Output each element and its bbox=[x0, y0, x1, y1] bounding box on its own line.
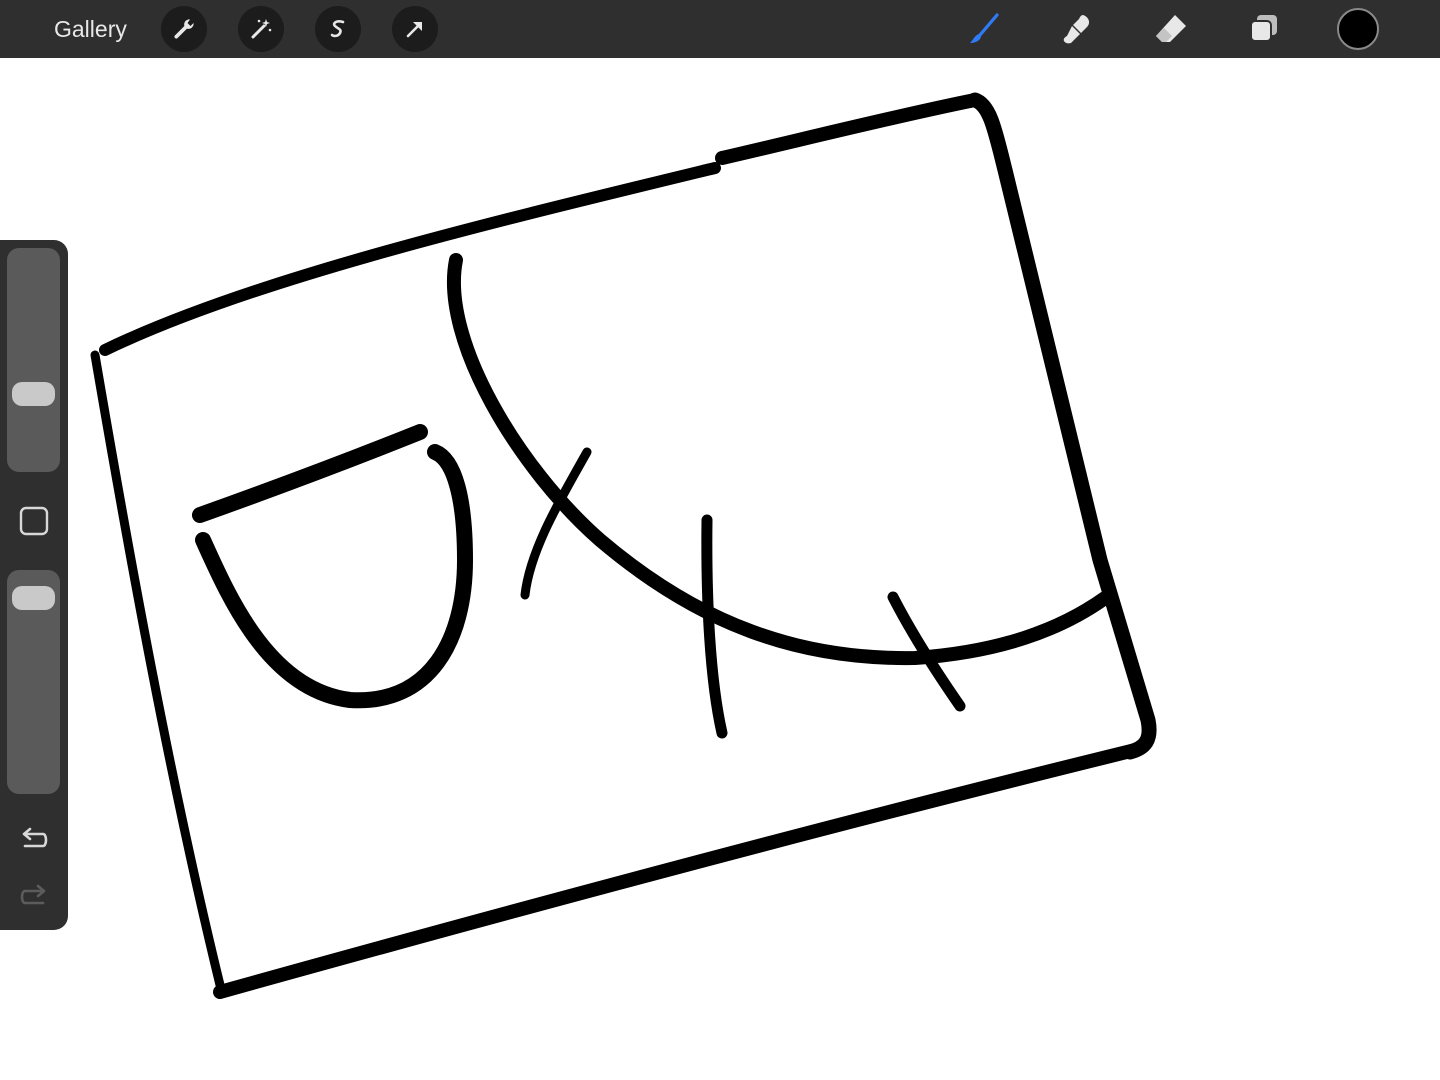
sketch-drawing bbox=[90, 92, 1157, 999]
stroke-top-left bbox=[99, 162, 721, 356]
drawing-canvas[interactable] bbox=[0, 58, 1440, 1080]
smudge-icon bbox=[1063, 15, 1090, 44]
stroke-bottom bbox=[213, 743, 1142, 999]
layers-button[interactable] bbox=[1243, 8, 1285, 50]
stroke-cross-2 bbox=[701, 514, 728, 739]
gallery-button[interactable]: Gallery bbox=[54, 14, 127, 44]
actions-button[interactable] bbox=[161, 6, 207, 52]
transform-button[interactable] bbox=[392, 6, 438, 52]
eraser-button[interactable] bbox=[1150, 8, 1192, 50]
stroke-top-right bbox=[715, 93, 982, 165]
adjustments-button[interactable] bbox=[238, 6, 284, 52]
stroke-u-top bbox=[192, 424, 428, 523]
wrench-icon bbox=[174, 19, 194, 39]
stroke-arc bbox=[447, 253, 1112, 666]
eraser-icon bbox=[1156, 15, 1186, 42]
layers-icon bbox=[1250, 15, 1277, 42]
stroke-right bbox=[967, 92, 1157, 760]
stroke-left bbox=[90, 350, 225, 990]
top-toolbar: Gallery bbox=[0, 0, 1440, 58]
color-picker-button[interactable] bbox=[1337, 8, 1379, 50]
transform-arrow-icon bbox=[406, 22, 422, 38]
stroke-u-curve bbox=[195, 444, 473, 709]
brush-icon bbox=[970, 13, 999, 43]
selection-icon bbox=[330, 20, 345, 38]
brush-button[interactable] bbox=[963, 8, 1005, 50]
selection-button[interactable] bbox=[315, 6, 361, 52]
magic-wand-icon bbox=[251, 19, 272, 39]
smudge-button[interactable] bbox=[1056, 8, 1098, 50]
